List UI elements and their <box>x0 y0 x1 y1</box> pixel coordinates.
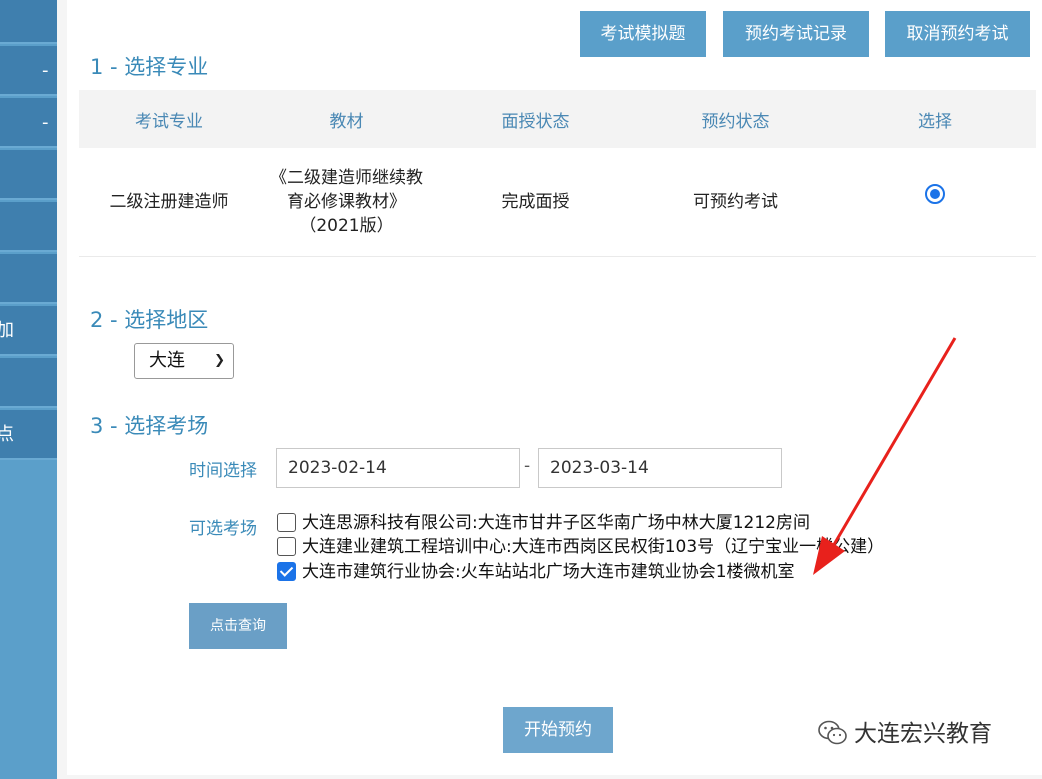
sidebar-item[interactable] <box>0 150 57 200</box>
textbook-line: （2021版） <box>299 215 394 236</box>
section-title-region: 2 - 选择地区 <box>90 308 209 332</box>
time-label: 时间选择 <box>189 461 257 481</box>
venue-option-label: 大连建业建筑工程培训中心:大连市西岗区民权街103号（辽宁宝业一楼公建） <box>302 537 885 557</box>
start-booking-button[interactable]: 开始预约 <box>503 707 613 753</box>
section-title-venue: 3 - 选择考场 <box>90 414 209 438</box>
table-row: 二级注册建造师 《二级建造师继续教 育必修课教材》 （2021版） 完成面授 可… <box>79 148 1036 257</box>
sidebar: - - 加 点 <box>0 0 57 779</box>
region-select-value: 大连 <box>149 350 185 371</box>
cell-booking-status: 可预约考试 <box>637 148 834 257</box>
sidebar-item-label: 加 <box>0 320 14 341</box>
query-button[interactable]: 点击查询 <box>189 603 287 649</box>
date-separator: - <box>524 456 531 476</box>
header-lecture-status: 面授状态 <box>434 90 637 148</box>
date-to-input[interactable]: 2023-03-14 <box>538 448 782 488</box>
header-textbook: 教材 <box>259 90 434 148</box>
textbook-line: 育必修课教材》 <box>287 191 406 212</box>
course-table: 考试专业 教材 面授状态 预约状态 选择 二级注册建造师 《二级建造师继续教 育… <box>79 90 1036 257</box>
sidebar-item[interactable]: 点 <box>0 410 57 460</box>
major-radio[interactable] <box>925 184 945 205</box>
venue-checkbox[interactable] <box>277 537 296 556</box>
mock-exam-button[interactable]: 考试模拟题 <box>580 11 706 57</box>
sidebar-item-label: 点 <box>0 424 14 445</box>
venue-checkbox[interactable] <box>277 562 296 581</box>
table-header-row: 考试专业 教材 面授状态 预约状态 选择 <box>79 90 1036 148</box>
sidebar-item[interactable]: - <box>0 46 57 96</box>
venue-option-label: 大连市建筑行业协会:火车站站北广场大连市建筑业协会1楼微机室 <box>302 562 795 582</box>
watermark-text: 大连宏兴教育 <box>854 721 992 747</box>
venue-checkbox[interactable] <box>277 513 296 532</box>
sidebar-item[interactable] <box>0 0 57 44</box>
sidebar-item[interactable]: 加 <box>0 306 57 356</box>
wechat-icon <box>818 720 847 745</box>
cell-major: 二级注册建造师 <box>79 148 259 257</box>
sidebar-item-label: - <box>42 112 49 133</box>
cell-lecture-status: 完成面授 <box>434 148 637 257</box>
region-select[interactable]: 大连 ❯ <box>134 343 234 379</box>
sidebar-item[interactable]: - <box>0 98 57 148</box>
venue-option-label: 大连思源科技有限公司:大连市甘井子区华南广场中林大厦1212房间 <box>302 513 810 533</box>
cell-textbook: 《二级建造师继续教 育必修课教材》 （2021版） <box>259 148 434 257</box>
sidebar-item[interactable] <box>0 202 57 252</box>
textbook-line: 《二级建造师继续教 <box>270 167 423 188</box>
header-booking-status: 预约状态 <box>637 90 834 148</box>
header-select: 选择 <box>834 90 1036 148</box>
sidebar-item[interactable] <box>0 358 57 408</box>
cell-select <box>834 148 1036 257</box>
header-major: 考试专业 <box>79 90 259 148</box>
venue-label: 可选考场 <box>189 519 257 539</box>
sidebar-item[interactable] <box>0 254 57 304</box>
sidebar-item-label: - <box>42 60 49 81</box>
section-title-major: 1 - 选择专业 <box>90 55 209 79</box>
booking-records-button[interactable]: 预约考试记录 <box>723 11 869 57</box>
cancel-booking-button[interactable]: 取消预约考试 <box>885 11 1030 57</box>
chevron-down-icon: ❯ <box>214 353 225 368</box>
date-from-input[interactable]: 2023-02-14 <box>276 448 520 488</box>
